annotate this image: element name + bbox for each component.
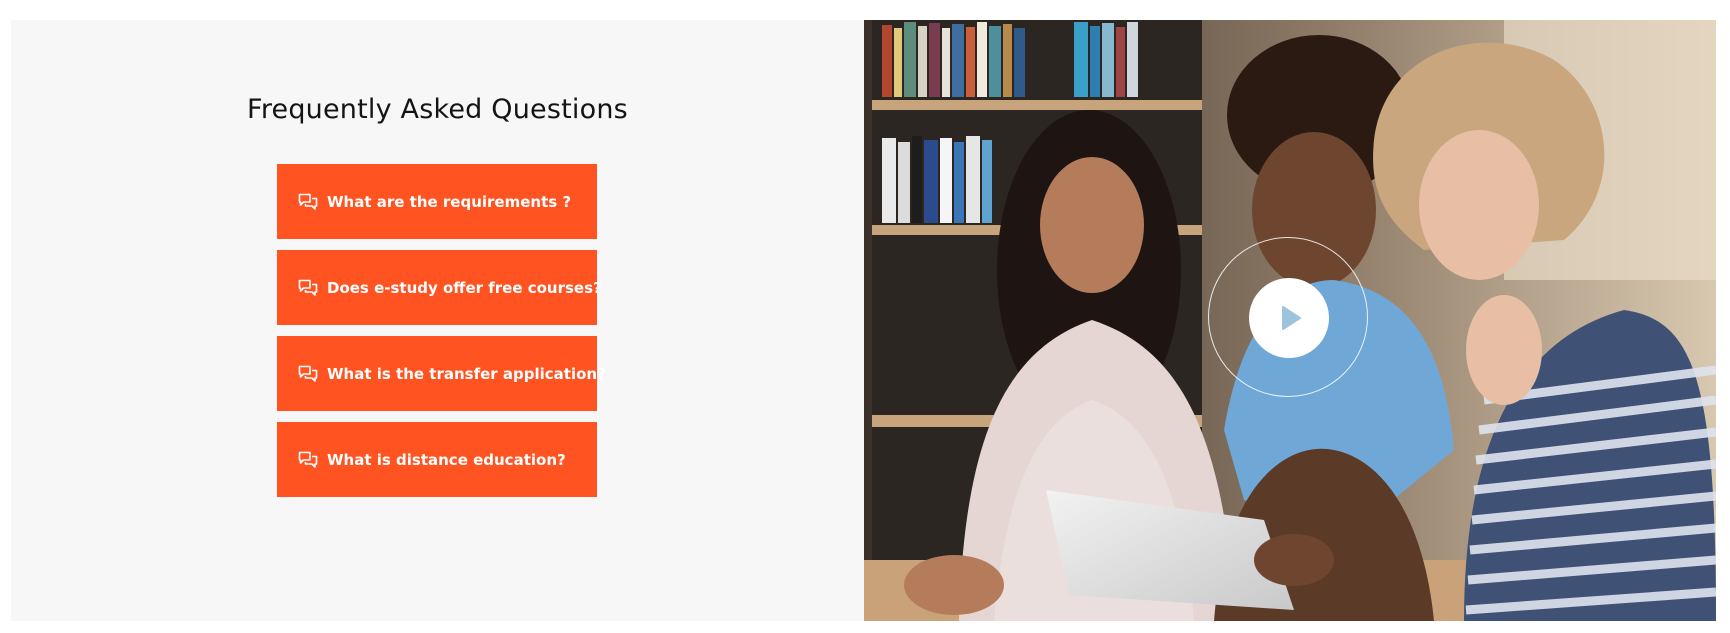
chat-bubbles-icon xyxy=(298,365,318,382)
faq-item-transfer-application[interactable]: What is the transfer application? xyxy=(277,336,606,411)
faq-question-label: What is the transfer application? xyxy=(327,364,606,383)
faq-title: Frequently Asked Questions xyxy=(247,94,628,125)
chat-bubbles-icon xyxy=(298,279,318,296)
faq-item-requirements[interactable]: What are the requirements ? xyxy=(277,164,597,239)
faq-panel: Frequently Asked Questions What are the … xyxy=(11,20,864,621)
play-video-button[interactable] xyxy=(1249,278,1329,358)
faq-question-label: What are the requirements ? xyxy=(327,192,572,211)
faq-item-distance-education[interactable]: What is distance education? xyxy=(277,422,597,497)
play-icon xyxy=(1282,306,1301,330)
video-thumbnail[interactable] xyxy=(864,20,1716,621)
faq-list: What are the requirements ? Does e-study… xyxy=(277,164,606,508)
faq-item-free-courses[interactable]: Does e-study offer free courses? xyxy=(277,250,602,325)
faq-question-label: What is distance education? xyxy=(327,450,566,469)
chat-bubbles-icon xyxy=(298,193,318,210)
faq-question-label: Does e-study offer free courses? xyxy=(327,278,602,297)
faq-video-section: Frequently Asked Questions What are the … xyxy=(11,20,1716,621)
chat-bubbles-icon xyxy=(298,451,318,468)
